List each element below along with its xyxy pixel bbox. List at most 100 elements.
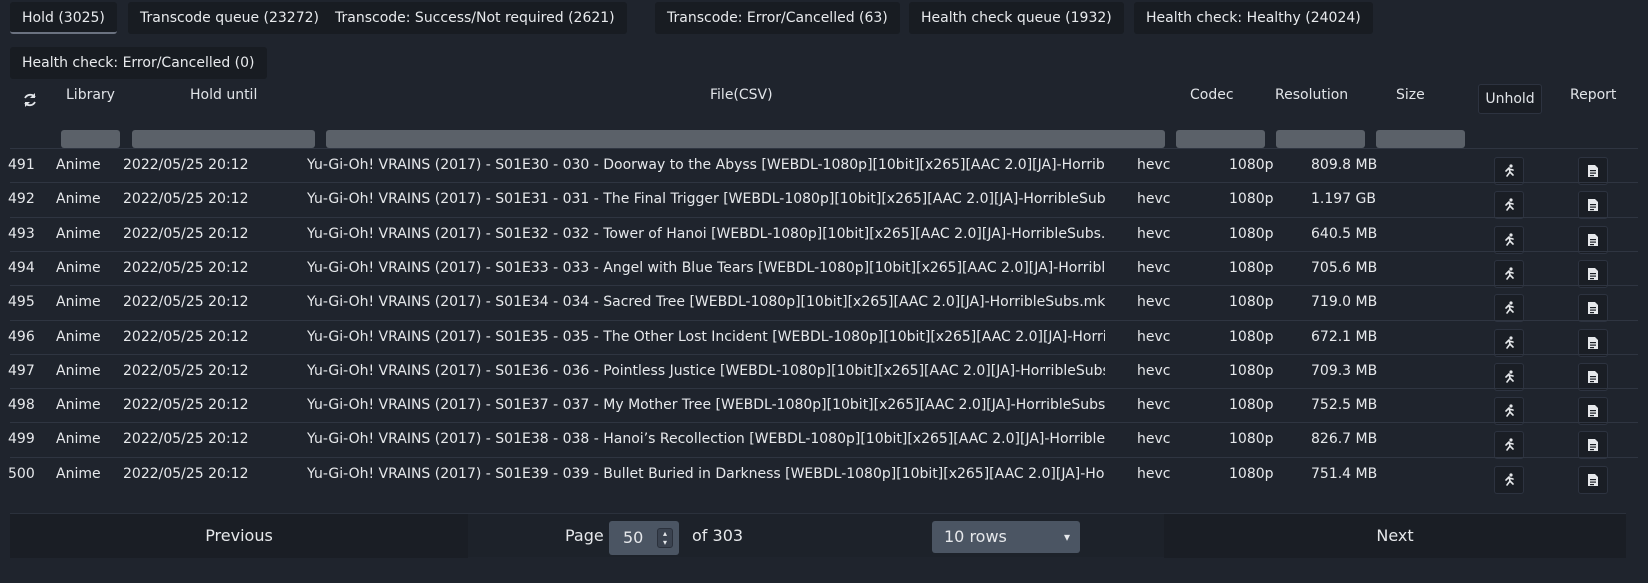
stepper-icon[interactable]: ▴ ▾ bbox=[657, 528, 673, 548]
document-icon[interactable] bbox=[1578, 465, 1608, 494]
column-header-file[interactable]: File(CSV) bbox=[710, 80, 790, 120]
table-row: 493 Anime 2022/05/25 20:12 Yu-Gi-Oh! VRAINS… bbox=[8, 216, 1638, 254]
rows-per-page-select[interactable]: 10 rows ▾ bbox=[932, 521, 1080, 553]
codec-cell: hevc bbox=[1137, 431, 1171, 448]
tab-hold[interactable]: Hold (3025) bbox=[10, 2, 117, 34]
tab-health-check-error[interactable]: Health check: Error/Cancelled (0) bbox=[10, 47, 267, 79]
tab-transcode-success[interactable]: Transcode: Success/Not required (2621) bbox=[323, 2, 627, 34]
column-header-size[interactable]: Size bbox=[1396, 80, 1446, 120]
page-number-value: 50 bbox=[623, 528, 644, 547]
row-number: 493 bbox=[8, 225, 35, 242]
hold-until-cell: 2022/05/25 20:12 bbox=[123, 431, 249, 448]
file-cell: Yu-Gi-Oh! VRAINS (2017) - S01E30 - 030 -… bbox=[307, 157, 1105, 173]
filter-hold-until-input[interactable] bbox=[132, 130, 315, 148]
row-number: 496 bbox=[8, 328, 35, 345]
tab-transcode-error[interactable]: Transcode: Error/Cancelled (63) bbox=[655, 2, 900, 34]
file-cell: Yu-Gi-Oh! VRAINS (2017) - S01E35 - 035 -… bbox=[307, 328, 1105, 345]
running-person-icon[interactable] bbox=[1494, 465, 1524, 494]
table-row: 500 Anime 2022/05/25 20:12 Yu-Gi-Oh! VRAINS… bbox=[8, 456, 1638, 494]
running-person-icon[interactable] bbox=[1494, 294, 1524, 323]
running-person-icon[interactable] bbox=[1494, 225, 1524, 254]
library-cell: Anime bbox=[56, 259, 101, 276]
resolution-cell: 1080p bbox=[1229, 362, 1274, 379]
library-cell: Anime bbox=[56, 191, 101, 208]
row-number: 499 bbox=[8, 431, 35, 448]
row-number: 494 bbox=[8, 259, 35, 276]
hold-until-cell: 2022/05/25 20:12 bbox=[123, 465, 249, 482]
running-person-icon[interactable] bbox=[1494, 362, 1524, 391]
document-icon[interactable] bbox=[1578, 397, 1608, 426]
filter-library-input[interactable] bbox=[61, 130, 120, 148]
hold-until-cell: 2022/05/25 20:12 bbox=[123, 328, 249, 345]
page-total: of 303 bbox=[692, 526, 744, 545]
codec-cell: hevc bbox=[1137, 157, 1171, 173]
chevron-down-icon: ▾ bbox=[1063, 530, 1070, 544]
table-row: 492 Anime 2022/05/25 20:12 Yu-Gi-Oh! VRAINS… bbox=[8, 182, 1638, 220]
table-row: 498 Anime 2022/05/25 20:12 Yu-Gi-Oh! VRAINS… bbox=[8, 388, 1638, 426]
size-cell: 705.6 MB bbox=[1311, 259, 1378, 276]
size-cell: 809.8 MB bbox=[1311, 157, 1378, 173]
page-number-input[interactable]: 50 ▴ ▾ bbox=[609, 521, 679, 555]
tab-health-check-healthy[interactable]: Health check: Healthy (24024) bbox=[1134, 2, 1373, 34]
column-header-resolution[interactable]: Resolution bbox=[1275, 80, 1365, 120]
resolution-cell: 1080p bbox=[1229, 431, 1274, 448]
previous-button[interactable]: Previous bbox=[10, 514, 468, 558]
tab-health-check-queue[interactable]: Health check queue (1932) bbox=[909, 2, 1124, 34]
file-cell: Yu-Gi-Oh! VRAINS (2017) - S01E33 - 033 -… bbox=[307, 259, 1105, 276]
hold-until-cell: 2022/05/25 20:12 bbox=[123, 362, 249, 379]
document-icon[interactable] bbox=[1578, 191, 1608, 220]
size-cell: 751.4 MB bbox=[1311, 465, 1378, 482]
refresh-icon[interactable] bbox=[20, 90, 40, 110]
column-header-report: Report bbox=[1570, 87, 1617, 103]
running-person-icon[interactable] bbox=[1494, 191, 1524, 220]
filter-size-input[interactable] bbox=[1376, 130, 1465, 148]
filter-codec-input[interactable] bbox=[1176, 130, 1265, 148]
hold-until-cell: 2022/05/25 20:12 bbox=[123, 397, 249, 414]
hold-until-cell: 2022/05/25 20:12 bbox=[123, 259, 249, 276]
library-cell: Anime bbox=[56, 157, 101, 173]
running-person-icon[interactable] bbox=[1494, 397, 1524, 426]
filter-file-input[interactable] bbox=[326, 130, 1165, 148]
library-cell: Anime bbox=[56, 225, 101, 242]
row-number: 498 bbox=[8, 397, 35, 414]
running-person-icon[interactable] bbox=[1494, 431, 1524, 460]
row-number: 491 bbox=[8, 157, 35, 173]
file-cell: Yu-Gi-Oh! VRAINS (2017) - S01E39 - 039 -… bbox=[307, 465, 1105, 482]
filter-resolution-input[interactable] bbox=[1276, 130, 1365, 148]
column-header-codec[interactable]: Codec bbox=[1190, 80, 1250, 120]
column-header-library[interactable]: Library bbox=[66, 80, 126, 120]
document-icon[interactable] bbox=[1578, 328, 1608, 357]
pagination: Previous Page 50 ▴ ▾ of 303 10 rows ▾ Nex… bbox=[10, 513, 1626, 558]
resolution-cell: 1080p bbox=[1229, 328, 1274, 345]
resolution-cell: 1080p bbox=[1229, 465, 1274, 482]
running-person-icon[interactable] bbox=[1494, 157, 1524, 185]
document-icon[interactable] bbox=[1578, 294, 1608, 323]
resolution-cell: 1080p bbox=[1229, 397, 1274, 414]
file-cell: Yu-Gi-Oh! VRAINS (2017) - S01E32 - 032 -… bbox=[307, 225, 1105, 242]
unhold-all-button[interactable]: Unhold bbox=[1478, 84, 1542, 114]
library-cell: Anime bbox=[56, 362, 101, 379]
resolution-cell: 1080p bbox=[1229, 259, 1274, 276]
running-person-icon[interactable] bbox=[1494, 259, 1524, 288]
rows-per-page-value: 10 rows bbox=[944, 527, 1007, 546]
table-row: 499 Anime 2022/05/25 20:12 Yu-Gi-Oh! VRAINS… bbox=[8, 422, 1638, 460]
running-person-icon[interactable] bbox=[1494, 328, 1524, 357]
library-cell: Anime bbox=[56, 397, 101, 414]
codec-cell: hevc bbox=[1137, 397, 1171, 414]
codec-cell: hevc bbox=[1137, 191, 1171, 208]
row-number: 495 bbox=[8, 294, 35, 311]
hold-until-cell: 2022/05/25 20:12 bbox=[123, 294, 249, 311]
next-button[interactable]: Next bbox=[1164, 514, 1626, 558]
column-header-hold-until[interactable]: Hold until bbox=[190, 80, 330, 120]
size-cell: 1.197 GB bbox=[1311, 191, 1376, 208]
document-icon[interactable] bbox=[1578, 157, 1608, 185]
page-label: Page bbox=[565, 526, 604, 545]
document-icon[interactable] bbox=[1578, 431, 1608, 460]
tab-transcode-queue[interactable]: Transcode queue (23272) bbox=[128, 2, 331, 34]
size-cell: 752.5 MB bbox=[1311, 397, 1378, 414]
document-icon[interactable] bbox=[1578, 362, 1608, 391]
size-cell: 826.7 MB bbox=[1311, 431, 1378, 448]
file-cell: Yu-Gi-Oh! VRAINS (2017) - S01E31 - 031 -… bbox=[307, 191, 1105, 208]
document-icon[interactable] bbox=[1578, 225, 1608, 254]
document-icon[interactable] bbox=[1578, 259, 1608, 288]
